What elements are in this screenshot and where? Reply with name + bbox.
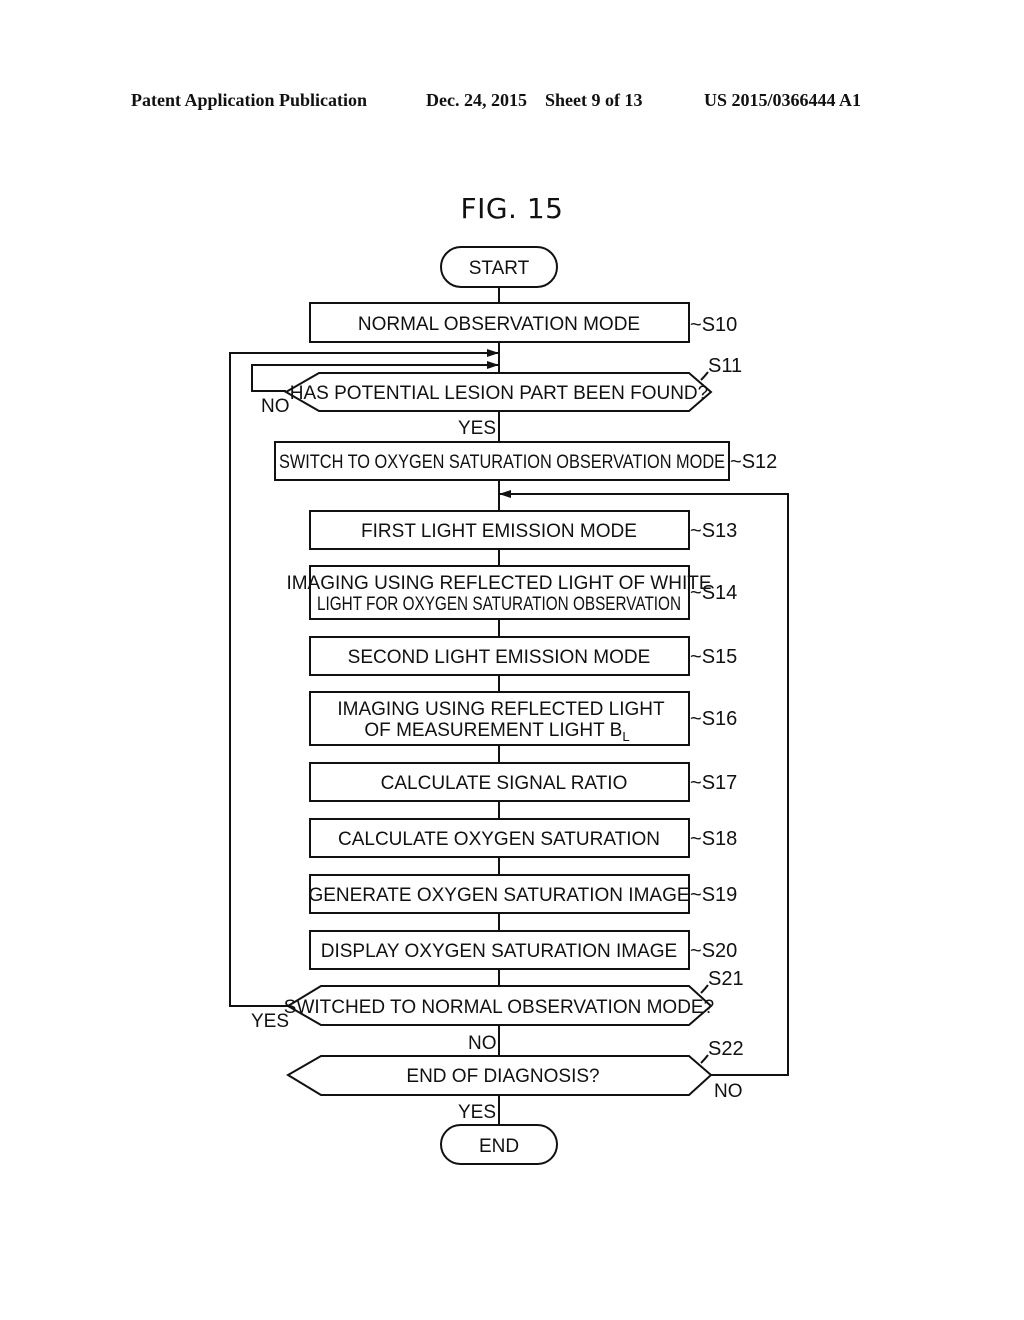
decision-s21-ref: S21: [708, 968, 744, 990]
end-terminal: END: [440, 1124, 558, 1165]
step-s20-text: DISPLAY OXYGEN SATURATION IMAGE: [321, 941, 678, 962]
step-s12: SWITCH TO OXYGEN SATURATION OBSERVATION …: [274, 441, 777, 481]
step-s13-text: FIRST LIGHT EMISSION MODE: [361, 521, 637, 542]
decision-s21-no-label: NO: [468, 1033, 497, 1054]
step-s12-ref: ~S12: [730, 451, 777, 473]
decision-s21-leader: [700, 984, 709, 994]
step-s20: DISPLAY OXYGEN SATURATION IMAGE ~S20: [309, 930, 737, 970]
decision-s11-yes-label: YES: [458, 418, 496, 439]
step-s19-ref: ~S19: [690, 884, 737, 906]
step-s16: IMAGING USING REFLECTED LIGHT OF MEASURE…: [309, 691, 737, 746]
step-s15-ref: ~S15: [690, 646, 737, 668]
step-s14-text-line2: LIGHT FOR OXYGEN SATURATION OBSERVATION: [317, 594, 681, 615]
step-s10-ref: ~S10: [690, 314, 737, 336]
step-s19: GENERATE OXYGEN SATURATION IMAGE ~S19: [308, 874, 737, 914]
step-s12-text: SWITCH TO OXYGEN SATURATION OBSERVATION …: [279, 452, 725, 473]
step-s13: FIRST LIGHT EMISSION MODE ~S13: [309, 510, 737, 550]
decision-s21: SWITCHED TO NORMAL OBSERVATION MODE? S21…: [251, 968, 744, 1054]
step-s10-text: NORMAL OBSERVATION MODE: [358, 314, 640, 335]
step-s16-ref: ~S16: [690, 708, 737, 730]
flowchart: START NORMAL OBSERVATION MODE ~S10 HAS P…: [229, 246, 789, 1165]
step-s18-ref: ~S18: [690, 828, 737, 850]
decision-s22-ref: S22: [708, 1038, 744, 1060]
step-s16-text-line2: OF MEASUREMENT LIGHT BL: [364, 720, 629, 744]
step-s19-text: GENERATE OXYGEN SATURATION IMAGE: [308, 885, 689, 906]
end-label: END: [479, 1136, 519, 1157]
decision-s21-text: SWITCHED TO NORMAL OBSERVATION MODE?: [284, 997, 714, 1018]
decision-s22: END OF DIAGNOSIS? S22 NO YES: [286, 1038, 744, 1123]
step-s10: NORMAL OBSERVATION MODE ~S10: [309, 302, 737, 343]
step-s18: CALCULATE OXYGEN SATURATION ~S18: [309, 818, 737, 858]
step-s15: SECOND LIGHT EMISSION MODE ~S15: [309, 636, 737, 676]
step-s14-ref: ~S14: [690, 582, 737, 604]
step-s17: CALCULATE SIGNAL RATIO ~S17: [309, 762, 737, 802]
decision-s21-yes-label: YES: [251, 1011, 289, 1032]
step-s14-text-line1: IMAGING USING REFLECTED LIGHT OF WHITE: [286, 573, 711, 594]
decision-s22-yes-label: YES: [458, 1102, 496, 1123]
step-s15-text: SECOND LIGHT EMISSION MODE: [348, 647, 651, 668]
step-s14: IMAGING USING REFLECTED LIGHT OF WHITE L…: [286, 565, 737, 620]
step-s18-text: CALCULATE OXYGEN SATURATION: [338, 829, 660, 850]
decision-s22-text: END OF DIAGNOSIS?: [406, 1066, 599, 1087]
decision-s22-leader: [700, 1054, 709, 1064]
start-label: START: [469, 258, 530, 279]
decision-s11-ref: S11: [708, 355, 742, 377]
step-s13-ref: ~S13: [690, 520, 737, 542]
decision-s22-no-label: NO: [714, 1081, 743, 1102]
decision-s11-leader: [700, 371, 709, 381]
step-s16-text-line1: IMAGING USING REFLECTED LIGHT: [337, 699, 665, 720]
step-s20-ref: ~S20: [690, 940, 737, 962]
decision-s11-no-label: NO: [261, 396, 290, 417]
start-terminal: START: [440, 246, 558, 288]
step-s17-ref: ~S17: [690, 772, 737, 794]
decision-s11-text: HAS POTENTIAL LESION PART BEEN FOUND?: [290, 383, 708, 404]
decision-s11: HAS POTENTIAL LESION PART BEEN FOUND? S1…: [261, 355, 742, 439]
step-s17-text: CALCULATE SIGNAL RATIO: [381, 773, 628, 794]
